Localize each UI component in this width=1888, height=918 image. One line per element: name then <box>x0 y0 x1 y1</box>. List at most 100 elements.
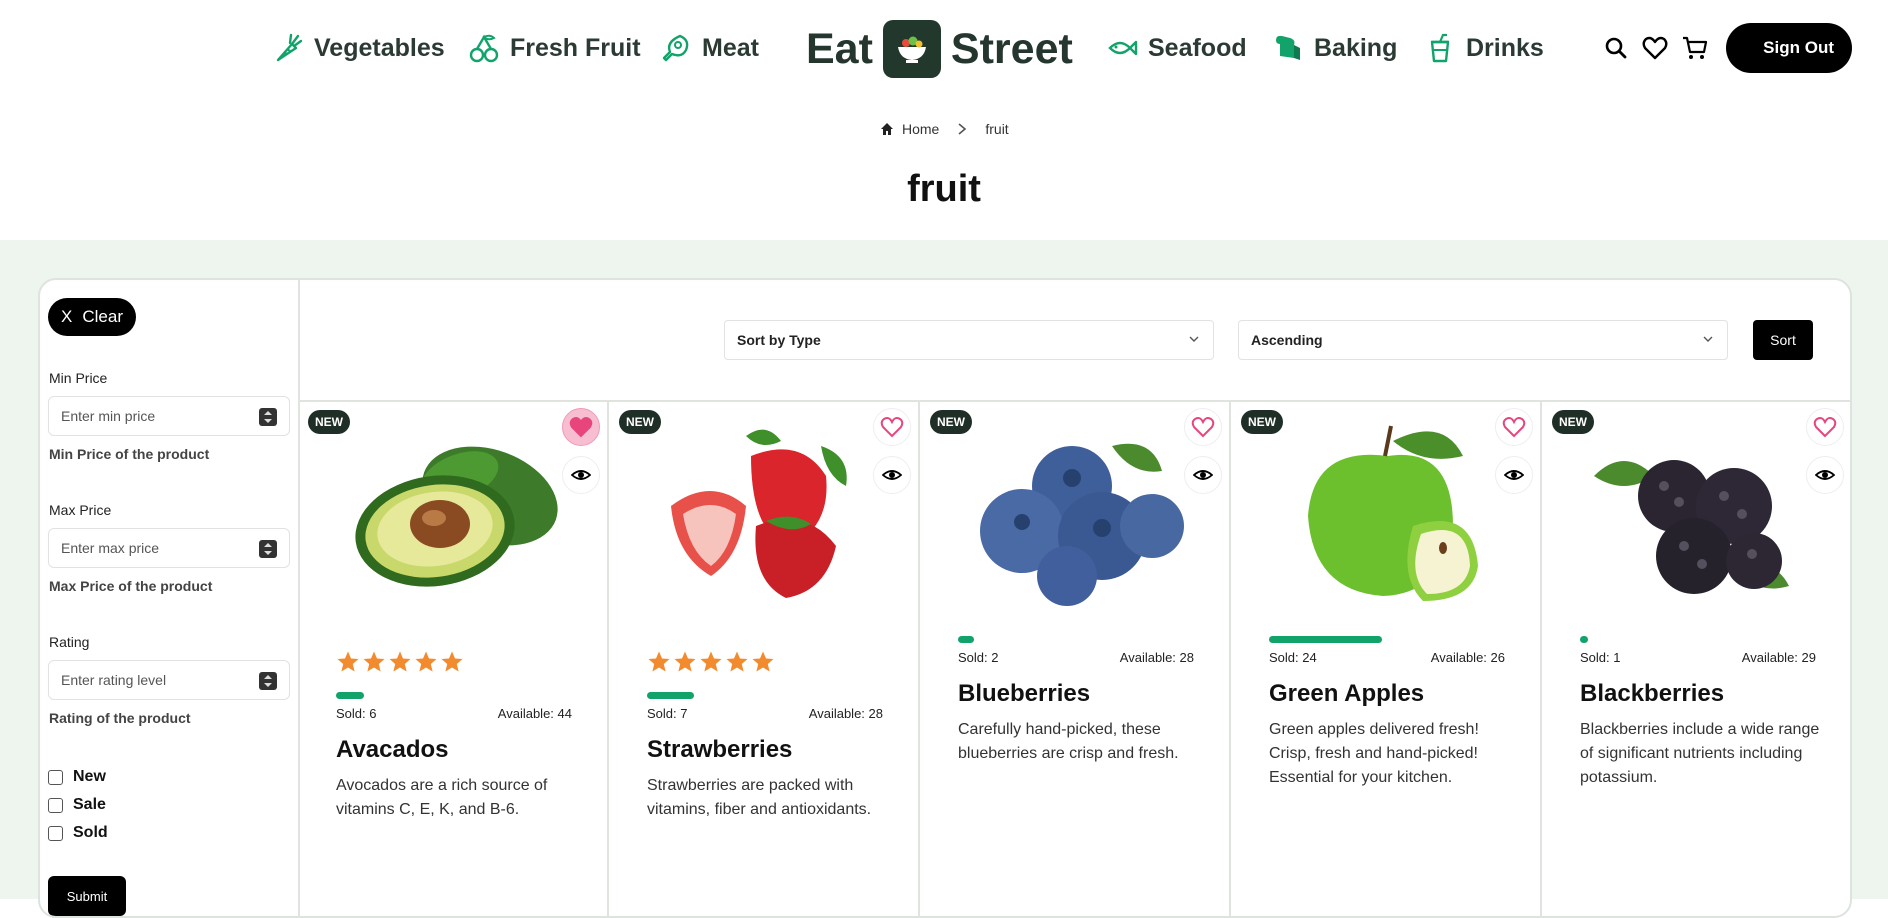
cart-icon[interactable] <box>1681 34 1709 62</box>
rating-field[interactable] <box>48 660 290 700</box>
checkbox-sale[interactable]: Sale <box>48 796 106 814</box>
product-name[interactable]: Strawberries <box>647 736 792 764</box>
min-price-help: Min Price of the product <box>49 446 210 462</box>
clear-label: Clear <box>82 307 123 326</box>
max-price-input[interactable] <box>61 540 241 556</box>
nav-item-vegetables[interactable]: Vegetables <box>272 26 445 70</box>
checkbox-label: New <box>73 768 106 785</box>
star-icon <box>415 651 437 672</box>
breadcrumb-home[interactable]: Home <box>902 121 939 137</box>
nav-label: Vegetables <box>314 33 445 62</box>
checkbox-box[interactable] <box>48 797 63 813</box>
product-name[interactable]: Blueberries <box>958 680 1090 708</box>
rating-label: Rating <box>49 634 90 650</box>
heart-icon[interactable] <box>1641 34 1669 62</box>
nav-label: Drinks <box>1466 33 1544 62</box>
blueberry-image <box>980 443 1184 606</box>
submit-filters-button[interactable]: Submit <box>48 876 126 916</box>
checkbox-new[interactable]: New <box>48 768 106 786</box>
checkbox-box[interactable] <box>48 769 63 785</box>
star-icon <box>337 651 359 672</box>
checkbox-label: Sale <box>73 796 106 813</box>
sold-count: Sold: 2 <box>958 650 999 665</box>
close-icon: X <box>61 307 73 326</box>
number-stepper-icon[interactable] <box>259 408 277 426</box>
star-icon <box>648 651 670 672</box>
min-price-input[interactable] <box>61 408 241 424</box>
product-name[interactable]: Blackberries <box>1580 680 1724 708</box>
sold-progress-bar <box>958 636 1194 643</box>
product-description: Carefully hand-picked, these blueberries… <box>958 721 1179 762</box>
products-panel: X Clear Min Price Min Price of the produ… <box>38 278 1852 918</box>
star-icon <box>752 651 774 672</box>
home-icon <box>881 123 893 135</box>
sold-progress-fill <box>958 636 974 643</box>
product-card-avocados[interactable]: NEW Sold: 6 Available: 44 Avacados Avoca… <box>300 402 609 916</box>
site-logo[interactable]: Eat Street <box>806 18 1073 80</box>
product-name[interactable]: Green Apples <box>1269 680 1424 708</box>
max-price-help: Max Price of the product <box>49 578 213 594</box>
product-name[interactable]: Avacados <box>336 736 449 764</box>
min-price-field[interactable] <box>48 396 290 436</box>
nav-item-meat[interactable]: Meat <box>660 26 759 70</box>
sold-progress-bar <box>1580 636 1816 643</box>
sold-count: Sold: 1 <box>1580 650 1621 665</box>
checkbox-label: Sold <box>73 824 108 841</box>
sort-order-select[interactable]: Ascending <box>1238 320 1728 360</box>
star-icon <box>674 651 696 672</box>
heart-icon <box>880 417 904 438</box>
eye-icon <box>571 470 591 480</box>
checkbox-sold[interactable]: Sold <box>48 824 108 842</box>
product-description: Avocados are a rich source of vitamins C… <box>336 777 548 818</box>
strawberry-image <box>671 429 847 598</box>
salad-bowl-icon <box>882 20 941 78</box>
stock-info: Sold: 6 Available: 44 <box>336 706 572 721</box>
sold-count: Sold: 24 <box>1269 650 1317 665</box>
max-price-field[interactable] <box>48 528 290 568</box>
product-card-strawberries[interactable]: NEW Sold: 7 Available: 28 Strawberries S… <box>611 402 920 916</box>
product-card-green-apples[interactable]: NEW Sold: 24 Available: 26 Green Apples … <box>1233 402 1542 916</box>
available-count: Available: 28 <box>808 706 883 721</box>
breadcrumb-current: fruit <box>985 121 1009 137</box>
search-icon[interactable] <box>1602 34 1630 62</box>
number-stepper-icon[interactable] <box>259 540 277 558</box>
sort-order-value: Ascending <box>1251 332 1323 348</box>
available-count: Available: 28 <box>1119 650 1194 665</box>
clear-filters-button[interactable]: X Clear <box>48 298 136 336</box>
product-description: Green apples delivered fresh! Crisp, fre… <box>1269 721 1479 786</box>
number-stepper-icon[interactable] <box>259 672 277 690</box>
heart-icon <box>1813 417 1837 438</box>
product-card-blackberries[interactable]: NEW Sold: 1 Available: 29 Blackberries B… <box>1544 402 1850 916</box>
sign-out-button[interactable]: Sign Out <box>1726 23 1852 73</box>
sold-progress-fill <box>336 692 365 699</box>
sold-progress-fill <box>1269 636 1383 643</box>
nav-item-baking[interactable]: Baking <box>1272 26 1397 70</box>
min-price-label: Min Price <box>49 370 108 386</box>
rating-input[interactable] <box>61 672 241 688</box>
nav-item-fresh-fruit[interactable]: Fresh Fruit <box>468 26 641 70</box>
cup-icon <box>1430 33 1450 63</box>
sort-type-value: Sort by Type <box>737 332 821 348</box>
eye-icon <box>1193 470 1213 480</box>
nav-item-seafood[interactable]: Seafood <box>1106 26 1247 70</box>
rating-stars <box>647 650 775 674</box>
sort-button[interactable]: Sort <box>1753 320 1813 360</box>
rating-stars <box>336 650 464 674</box>
cherries-icon <box>469 34 499 63</box>
sort-type-select[interactable]: Sort by Type <box>724 320 1214 360</box>
heart-icon <box>569 417 593 438</box>
rating-help: Rating of the product <box>49 710 191 726</box>
nav-label: Fresh Fruit <box>510 33 641 62</box>
nav-label: Baking <box>1314 33 1398 62</box>
product-description: Blackberries include a wide range of sig… <box>1580 721 1820 786</box>
star-icon <box>363 651 385 672</box>
chevron-down-icon <box>1189 336 1199 342</box>
sold-progress-fill <box>1580 636 1588 643</box>
checkbox-box[interactable] <box>48 825 63 841</box>
star-icon <box>726 651 748 672</box>
stock-info: Sold: 1 Available: 29 <box>1580 650 1816 665</box>
sold-progress-bar <box>1269 636 1505 643</box>
nav-item-drinks[interactable]: Drinks <box>1424 26 1544 70</box>
product-card-blueberries[interactable]: NEW Sold: 2 Available: 28 Blueberries Ca… <box>922 402 1231 916</box>
logo-text-left: Eat <box>806 24 873 73</box>
